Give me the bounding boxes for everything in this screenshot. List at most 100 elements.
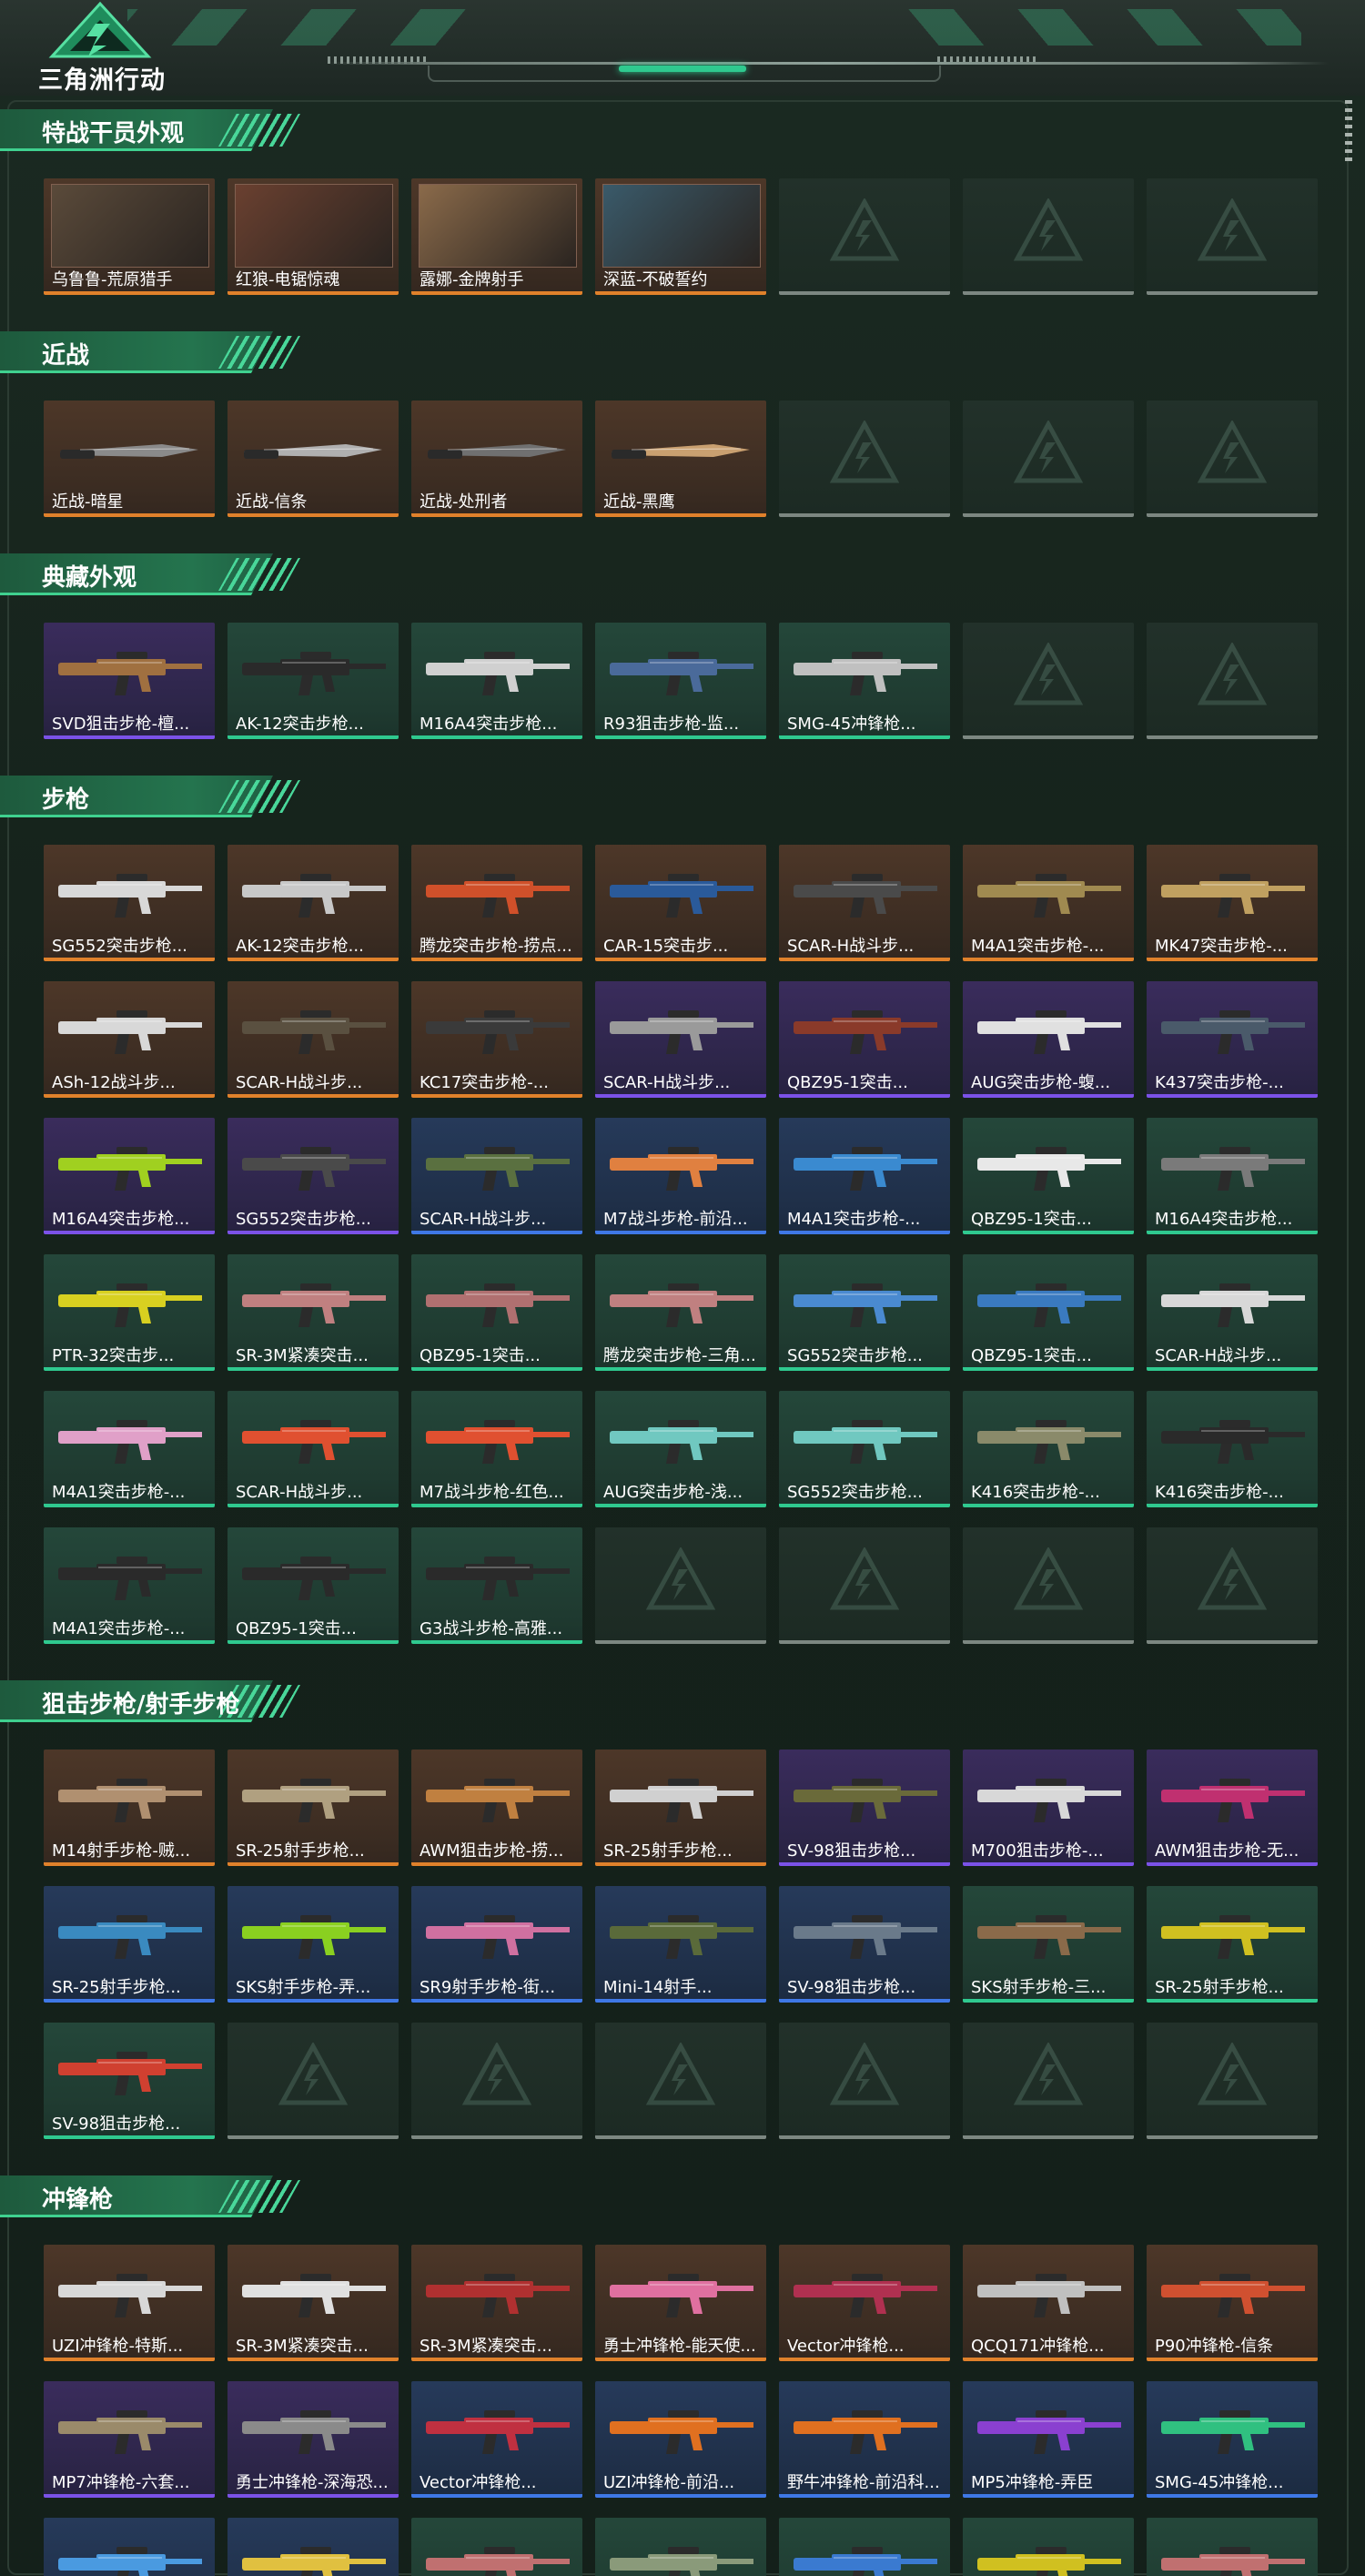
- rarity-bar: [1147, 958, 1318, 961]
- skin-card[interactable]: SVD狙击步枪-檀...: [44, 623, 215, 739]
- skin-card[interactable]: QBZ95-1突击...: [411, 1254, 582, 1371]
- skin-card[interactable]: QBZ95-1突击...: [228, 1527, 399, 1644]
- skin-card[interactable]: SG552突击步枪...: [228, 1118, 399, 1234]
- skin-card[interactable]: QBZ95-1突击...: [779, 981, 950, 1098]
- skin-card[interactable]: 腾龙突击步枪-三角...: [595, 1254, 766, 1371]
- skin-card[interactable]: SCAR-H战斗步...: [779, 845, 950, 961]
- skin-card[interactable]: SR-25射手步枪...: [595, 1749, 766, 1866]
- skin-card[interactable]: K416突击步枪-...: [1147, 1391, 1318, 1507]
- skin-card[interactable]: 露娜-金牌射手: [411, 178, 582, 295]
- skin-name: SKS射手步枪-弄...: [236, 1978, 371, 1997]
- skin-card[interactable]: AWM狙击步枪-无...: [1147, 1749, 1318, 1866]
- skin-card[interactable]: SCAR-H战斗步...: [411, 1118, 582, 1234]
- skin-card[interactable]: SR9射手步枪-街...: [411, 1886, 582, 2003]
- rarity-bar: [44, 1094, 215, 1098]
- skin-card[interactable]: CAR-15突击步...: [595, 845, 766, 961]
- rarity-bar: [228, 2494, 399, 2498]
- skin-card[interactable]: QBZ95-1突击...: [963, 1118, 1134, 1234]
- skin-card[interactable]: 近战-黑鹰: [595, 401, 766, 517]
- skin-card[interactable]: PTR-32突击步...: [44, 1254, 215, 1371]
- skin-card[interactable]: 深蓝-不破誓约: [595, 178, 766, 295]
- skin-card[interactable]: 近战-处刑者: [411, 401, 582, 517]
- weapon-image: [426, 1283, 570, 1327]
- skin-thumbnail: [963, 981, 1134, 1072]
- skin-card[interactable]: 红狼-电锯惊魂: [228, 178, 399, 295]
- skin-card[interactable]: M4A1突击步枪-...: [963, 845, 1134, 961]
- skin-card[interactable]: R93狙击步枪-监...: [595, 623, 766, 739]
- skin-card[interactable]: SV-98狙击步枪...: [779, 1886, 950, 2003]
- skin-card[interactable]: UZI冲锋枪-前沿...: [595, 2381, 766, 2498]
- skin-card[interactable]: 勇士冲锋枪-能天使...: [595, 2245, 766, 2361]
- skin-card[interactable]: SV-98狙击步枪...: [44, 2023, 215, 2139]
- skin-card[interactable]: SR-3M紧凑突击...: [1147, 2518, 1318, 2576]
- skin-card[interactable]: G3战斗步枪-高雅...: [411, 1527, 582, 1644]
- skin-card[interactable]: AUG突击步枪-蝮...: [963, 981, 1134, 1098]
- skin-card[interactable]: Vector冲锋枪...: [595, 2518, 766, 2576]
- skin-card[interactable]: AUG突击步枪-浅...: [595, 1391, 766, 1507]
- skin-card[interactable]: UZI冲锋枪-海色: [779, 2518, 950, 2576]
- skin-card[interactable]: SG552突击步枪...: [44, 845, 215, 961]
- skin-card[interactable]: MP5冲锋枪-黄蜂: [963, 2518, 1134, 2576]
- skin-card[interactable]: M7战斗步枪-前沿...: [595, 1118, 766, 1234]
- skin-card[interactable]: M14射手步枪-贼...: [44, 1749, 215, 1866]
- skin-card[interactable]: SCAR-H战斗步...: [595, 981, 766, 1098]
- skin-card[interactable]: MP5冲锋枪-虎啸: [228, 2518, 399, 2576]
- skin-card[interactable]: ASh-12战斗步...: [44, 981, 215, 1098]
- skin-card[interactable]: SR-3M紧凑突击...: [228, 1254, 399, 1371]
- skin-card[interactable]: K437突击步枪-...: [1147, 981, 1318, 1098]
- skin-card[interactable]: AK-12突击步枪...: [228, 845, 399, 961]
- skin-card[interactable]: 乌鲁鲁-荒原猎手: [44, 178, 215, 295]
- skin-card[interactable]: QCQ171冲锋枪...: [411, 2518, 582, 2576]
- empty-skin-slot: [963, 178, 1134, 295]
- skin-card[interactable]: SR-3M紧凑突击...: [228, 2245, 399, 2361]
- skin-name: Mini-14射手...: [603, 1978, 713, 1997]
- skin-card[interactable]: SG552突击步枪...: [779, 1254, 950, 1371]
- skin-card[interactable]: 勇士冲锋枪-深海恐...: [228, 2381, 399, 2498]
- skin-card[interactable]: Vector冲锋枪...: [779, 2245, 950, 2361]
- placeholder-logo-icon: [1198, 198, 1267, 261]
- skin-card[interactable]: M4A1突击步枪-...: [779, 1118, 950, 1234]
- skin-card[interactable]: 近战-信条: [228, 401, 399, 517]
- skin-card[interactable]: SCAR-H战斗步...: [1147, 1254, 1318, 1371]
- skin-card[interactable]: AK-12突击步枪...: [228, 623, 399, 739]
- skin-card[interactable]: SMG-45冲锋枪...: [779, 623, 950, 739]
- skin-card[interactable]: SR-3M紧凑突击...: [411, 2245, 582, 2361]
- skin-card[interactable]: P90冲锋枪-信条: [1147, 2245, 1318, 2361]
- skin-card[interactable]: SCAR-H战斗步...: [228, 981, 399, 1098]
- skin-card[interactable]: SKS射手步枪-弄...: [228, 1886, 399, 2003]
- skin-card[interactable]: 近战-暗星: [44, 401, 215, 517]
- skin-card[interactable]: 野牛冲锋枪-前沿科...: [779, 2381, 950, 2498]
- skin-card[interactable]: QBZ95-1突击...: [963, 1254, 1134, 1371]
- skin-card[interactable]: UZI冲锋枪-特斯...: [44, 2245, 215, 2361]
- scroll-indicator[interactable]: [1345, 100, 1352, 164]
- skin-card[interactable]: M4A1突击步枪-...: [44, 1527, 215, 1644]
- skin-card[interactable]: Vector冲锋枪...: [411, 2381, 582, 2498]
- skin-card[interactable]: AWM狙击步枪-捞...: [411, 1749, 582, 1866]
- skin-card[interactable]: SMG-45冲锋枪...: [1147, 2381, 1318, 2498]
- skin-card[interactable]: MK47突击步枪-...: [1147, 845, 1318, 961]
- skin-card[interactable]: M7战斗步枪-红色...: [411, 1391, 582, 1507]
- skin-card[interactable]: 腾龙突击步枪-捞点...: [411, 845, 582, 961]
- skin-card[interactable]: QCQ171冲锋枪...: [963, 2245, 1134, 2361]
- skin-card[interactable]: M4A1突击步枪-...: [44, 1391, 215, 1507]
- skin-card[interactable]: Mini-14射手...: [595, 1886, 766, 2003]
- skin-card[interactable]: KC17突击步枪-...: [411, 981, 582, 1098]
- skin-card[interactable]: M16A4突击步枪...: [1147, 1118, 1318, 1234]
- skin-card[interactable]: M16A4突击步枪...: [44, 1118, 215, 1234]
- skin-card[interactable]: SMG-45冲锋枪...: [44, 2518, 215, 2576]
- skin-card[interactable]: SKS射手步枪-三...: [963, 1886, 1134, 2003]
- skin-card[interactable]: M16A4突击步枪...: [411, 623, 582, 739]
- skin-card[interactable]: SR-25射手步枪...: [44, 1886, 215, 2003]
- skin-card[interactable]: K416突击步枪-...: [963, 1391, 1134, 1507]
- skin-name: SR9射手步枪-街...: [420, 1978, 556, 1997]
- skin-card[interactable]: SG552突击步枪...: [779, 1391, 950, 1507]
- weapon-image: [58, 1557, 202, 1600]
- skin-card[interactable]: SR-25射手步枪...: [1147, 1886, 1318, 2003]
- skin-card[interactable]: MP5冲锋枪-弄臣: [963, 2381, 1134, 2498]
- skin-card[interactable]: M700狙击步枪-...: [963, 1749, 1134, 1866]
- skin-card[interactable]: SCAR-H战斗步...: [228, 1391, 399, 1507]
- rarity-bar: [411, 513, 582, 517]
- skin-card[interactable]: MP7冲锋枪-六套...: [44, 2381, 215, 2498]
- skin-card[interactable]: SV-98狙击步枪...: [779, 1749, 950, 1866]
- skin-card[interactable]: SR-25射手步枪...: [228, 1749, 399, 1866]
